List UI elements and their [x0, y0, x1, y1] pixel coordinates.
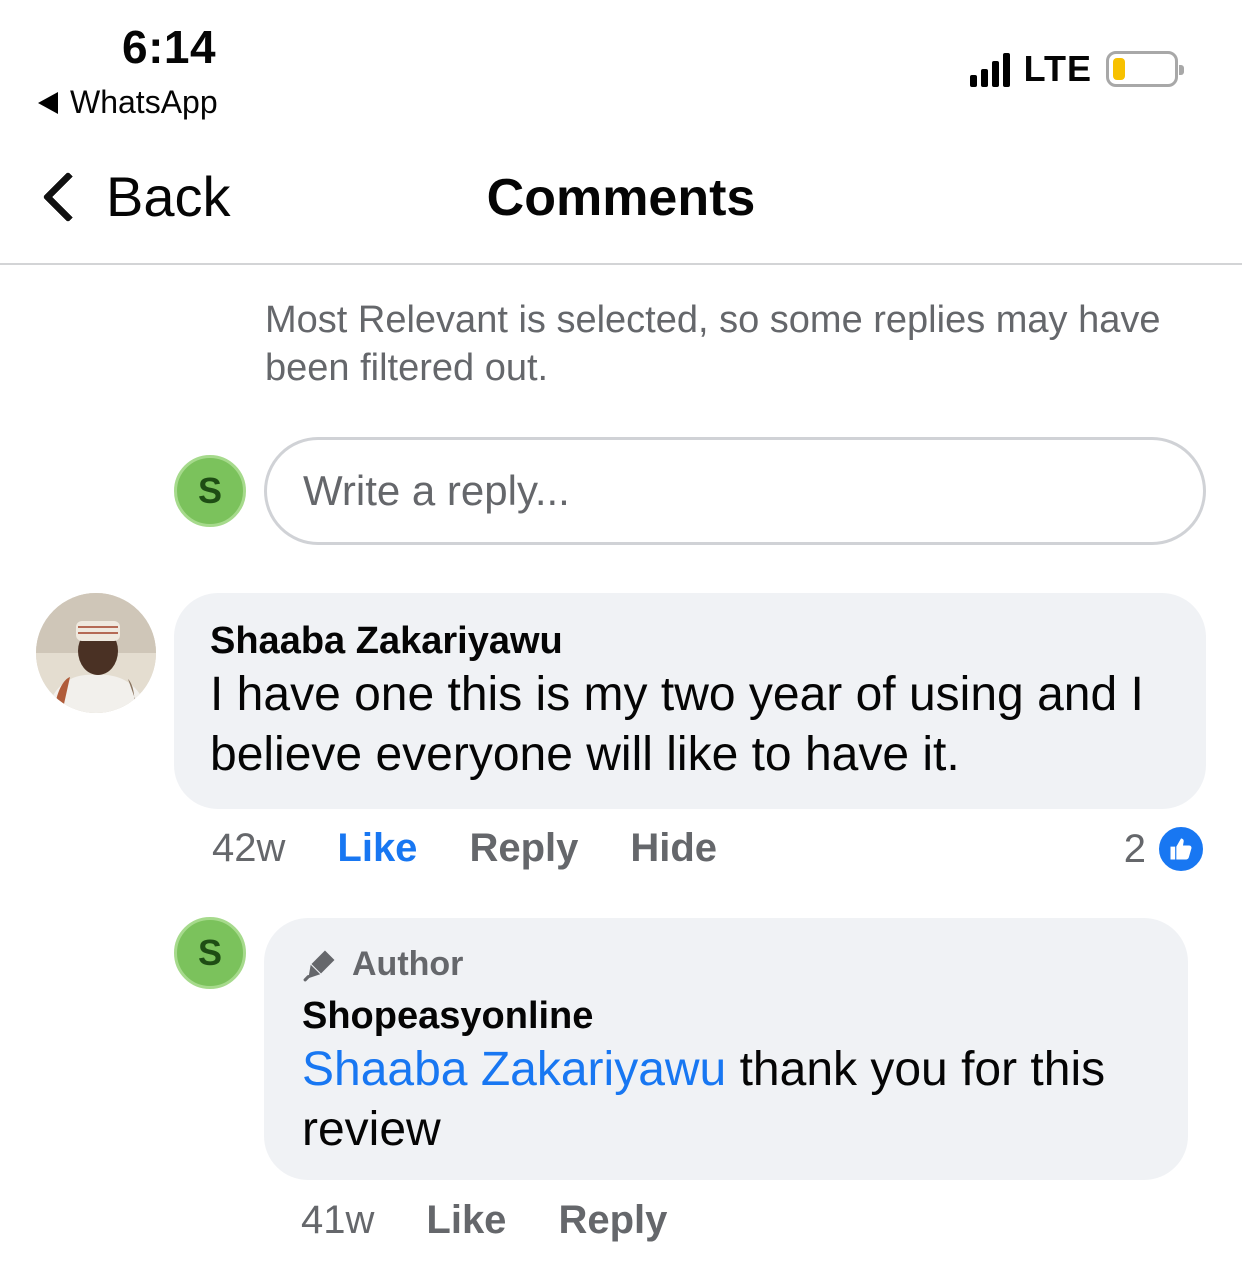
thumbs-up-icon — [1156, 824, 1206, 874]
comment-author[interactable]: Shaaba Zakariyawu — [210, 617, 1170, 665]
reply-bubble: Author Shopeasyonline Shaaba Zakariyawu … — [264, 918, 1188, 1180]
signal-icon — [969, 51, 1010, 87]
reply-text: Shaaba Zakariyawu thank you for this rev… — [302, 1040, 1150, 1160]
current-user-avatar: S — [174, 455, 246, 527]
battery-fill — [1113, 58, 1125, 80]
mention-link[interactable]: Shaaba Zakariyawu — [302, 1043, 726, 1096]
comment-reply-button[interactable]: Reply — [469, 826, 578, 871]
pen-icon — [303, 950, 335, 982]
page-title: Comments — [486, 169, 756, 227]
return-app-label: WhatsApp — [70, 84, 218, 120]
reply-author-avatar[interactable]: S — [174, 917, 246, 989]
back-triangle-icon — [38, 91, 58, 114]
comment-bubble: Shaaba Zakariyawu I have one this is my … — [174, 593, 1206, 809]
comment-like-button[interactable]: Like — [337, 826, 417, 871]
author-badge: Author — [302, 942, 1150, 986]
network-label: LTE — [1023, 48, 1092, 89]
commenter-avatar[interactable] — [36, 593, 156, 713]
comment-actions: 42w Like Reply Hide — [212, 826, 717, 871]
comment-time[interactable]: 42w — [212, 826, 285, 871]
reply-time[interactable]: 41w — [301, 1198, 374, 1243]
comments-screen: 6:14 WhatsApp LTE Back Comments Most Rel… — [0, 0, 1242, 1278]
like-count: 2 — [1123, 826, 1146, 871]
reply-author[interactable]: Shopeasyonline — [302, 992, 1150, 1040]
battery-icon — [1106, 51, 1184, 87]
comment-hide-button[interactable]: Hide — [630, 826, 717, 871]
author-badge-label: Author — [352, 945, 464, 983]
filter-notice: Most Relevant is selected, so some repli… — [265, 299, 1161, 389]
status-indicators: LTE — [969, 48, 1184, 90]
navigation-bar: Back Comments — [0, 140, 1242, 265]
reply-like-button[interactable]: Like — [426, 1198, 506, 1243]
comment-text: I have one this is my two year of using … — [210, 668, 1144, 781]
return-to-app-link[interactable]: WhatsApp — [38, 84, 218, 121]
reply-reply-button[interactable]: Reply — [558, 1198, 667, 1243]
reaction-summary[interactable]: 2 — [1124, 824, 1206, 874]
status-time: 6:14 — [122, 21, 217, 73]
reply-actions: 41w Like Reply — [301, 1198, 667, 1243]
reply-input[interactable]: Write a reply... — [264, 437, 1206, 545]
